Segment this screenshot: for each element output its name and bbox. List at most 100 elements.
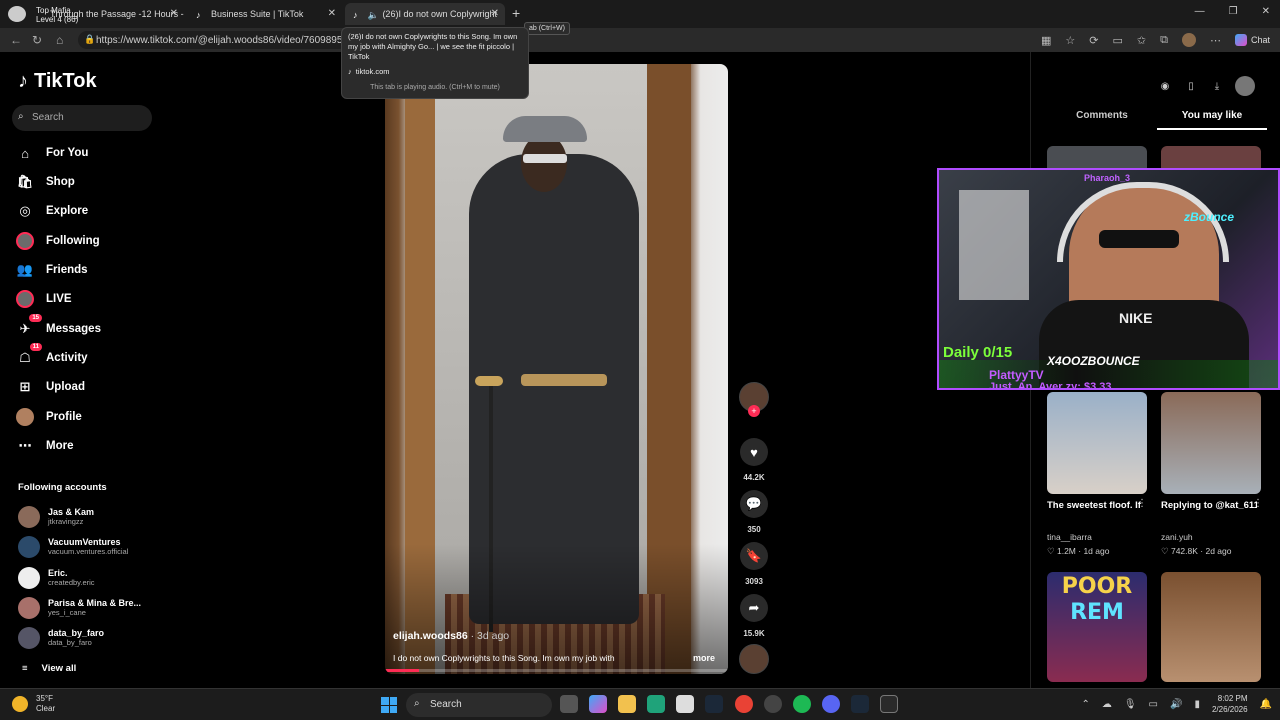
sidebar-item-activity[interactable]: ☖ 11 Activity	[16, 343, 88, 369]
chrome-icon[interactable]	[735, 695, 753, 713]
tab-comments[interactable]: Comments	[1047, 110, 1157, 130]
close-window-icon[interactable]: ✕	[1262, 6, 1270, 17]
video-player[interactable]: elijah.woods86 · 3d ago I do not own Cop…	[385, 64, 728, 674]
follow-plus-icon[interactable]: +	[748, 405, 760, 417]
split-screen-icon[interactable]: ▭	[1113, 34, 1123, 47]
suggested-video-thumbnail[interactable]: POOR REM	[1047, 572, 1147, 682]
maximize-icon[interactable]: ❐	[1229, 6, 1238, 17]
account-handle: data_by_faro	[48, 638, 92, 647]
sidebar-item-more[interactable]: ⋯ More	[16, 435, 74, 457]
user-avatar[interactable]	[1235, 76, 1255, 96]
tiktok-logo[interactable]: ♪ TikTok	[18, 70, 97, 93]
coin-icon[interactable]: ◉	[1157, 78, 1173, 94]
more-options-icon[interactable]: ⋮	[1253, 498, 1263, 509]
profile-icon	[16, 408, 34, 426]
taskbar-search[interactable]: ⌕ Search	[406, 693, 552, 717]
file-explorer-icon[interactable]	[618, 695, 636, 713]
obs-icon[interactable]	[764, 695, 782, 713]
search-input[interactable]: ⌕ Search	[12, 105, 152, 131]
view-all-link[interactable]: ≡ View all	[22, 663, 76, 674]
extensions-icon[interactable]: ⟳	[1089, 34, 1098, 47]
suggested-video-user[interactable]: tina__ibarra	[1047, 532, 1092, 542]
app-icon[interactable]	[880, 695, 898, 713]
sidebar-item-profile[interactable]: Profile	[16, 406, 82, 428]
weather-widget[interactable]: 35°F Clear	[12, 694, 55, 714]
tab-hover-tooltip: (26)I do not own Coplywrights to this So…	[341, 27, 529, 99]
back-icon[interactable]: ←	[10, 33, 22, 47]
suggested-video-thumbnail[interactable]	[1161, 392, 1261, 494]
new-tab-button[interactable]: +	[512, 5, 520, 21]
start-button[interactable]	[381, 697, 397, 713]
suggested-video-title[interactable]: The sweetest floof. If I think...	[1047, 498, 1143, 513]
save-button[interactable]: 🔖	[740, 542, 768, 570]
sidebar-item-following[interactable]: Following	[16, 230, 100, 252]
suggested-video-title[interactable]: Replying to @kat_61104 I...	[1161, 498, 1257, 513]
suggested-video-meta: ♡ 742.8K · 2d ago	[1161, 546, 1232, 557]
following-account[interactable]: data_by_faro data_by_faro	[18, 625, 158, 651]
browser-tab-business-suite[interactable]: ♪ Business Suite | TikTok ✕	[188, 3, 342, 25]
sidebar-item-shop[interactable]: 🛍 Shop	[16, 171, 75, 193]
following-account[interactable]: Eric. createdby.eric	[18, 565, 158, 591]
app-available-icon[interactable]: ▦	[1041, 34, 1051, 47]
more-options-icon[interactable]: ⋮	[1137, 498, 1147, 509]
sidebar-item-upload[interactable]: ⊞ Upload	[16, 376, 85, 398]
browser-tab-through-passage[interactable]: Through the Passage -12 Hours - 4K ✕	[28, 3, 184, 25]
steam-icon[interactable]	[705, 695, 723, 713]
task-view-icon[interactable]	[560, 695, 578, 713]
discord-icon[interactable]	[822, 695, 840, 713]
tab-you-may-like[interactable]: You may like	[1157, 110, 1267, 130]
edge-icon[interactable]	[647, 695, 665, 713]
copilot-chat-button[interactable]: Chat	[1234, 34, 1270, 46]
spotify-icon[interactable]	[793, 695, 811, 713]
collections-icon[interactable]: ⧉	[1160, 34, 1168, 47]
url-field[interactable]: 🔒 https://www.tiktok.com/@elijah.woods86…	[78, 31, 348, 49]
refresh-icon[interactable]: ↻	[32, 33, 42, 47]
messages-badge: 15	[29, 314, 42, 322]
steam-icon[interactable]	[851, 695, 869, 713]
download-icon[interactable]: ⤓	[1209, 78, 1225, 94]
volume-icon[interactable]: 🔊	[1170, 699, 1182, 710]
following-account[interactable]: Jas & Kam jtkravingzz	[18, 504, 158, 530]
comment-button[interactable]: 💬	[740, 490, 768, 518]
like-button[interactable]: ♥	[740, 438, 768, 466]
clock[interactable]: 8:02 PM 2/26/2026	[1212, 693, 1248, 715]
sound-disc-icon[interactable]	[739, 644, 769, 674]
close-tab-icon[interactable]: ✕	[328, 8, 336, 19]
battery-icon[interactable]: ▮	[1194, 699, 1200, 710]
following-account[interactable]: Parisa & Mina & Bre... yes_i_cane	[18, 595, 158, 621]
profile-avatar[interactable]	[1181, 33, 1196, 47]
network-icon[interactable]: ▭	[1149, 699, 1158, 710]
following-account[interactable]: VacuumVentures vacuum.ventures.official	[18, 534, 158, 560]
device-icon[interactable]: ▯	[1183, 78, 1199, 94]
cloud-icon[interactable]: ☁	[1102, 699, 1112, 710]
sidebar-item-live[interactable]: LIVE	[16, 288, 72, 310]
minimize-icon[interactable]: —	[1195, 6, 1205, 17]
caption-more-button[interactable]: more	[693, 653, 715, 663]
mic-icon[interactable]: 🎙	[1124, 699, 1137, 710]
sidebar-item-messages[interactable]: ✈ 15 Messages	[16, 314, 101, 340]
chevron-up-icon[interactable]: ⌃	[1081, 699, 1089, 710]
home-icon[interactable]: ⌂	[56, 33, 63, 47]
close-tab-icon[interactable]: ✕	[491, 8, 499, 19]
sidebar-item-friends[interactable]: 👥 Friends	[16, 259, 88, 281]
notifications-icon[interactable]: 🔔	[1260, 699, 1272, 710]
suggested-video-user[interactable]: zani.yuh	[1161, 532, 1193, 542]
copilot-icon[interactable]	[589, 695, 607, 713]
store-icon[interactable]	[676, 695, 694, 713]
favorite-star-icon[interactable]: ☆	[1065, 34, 1075, 47]
share-button[interactable]: ➦	[740, 594, 768, 622]
suggested-video-thumbnail[interactable]	[1047, 392, 1147, 494]
browser-tab-active-video[interactable]: ♪ 🔈 (26)I do not own Coplywright ✕	[345, 3, 505, 25]
video-author[interactable]: elijah.woods86 · 3d ago	[393, 630, 509, 642]
suggested-video-thumbnail[interactable]	[1161, 572, 1261, 682]
close-tab-icon[interactable]: ✕	[170, 8, 178, 19]
sidebar-item-for-you[interactable]: ⌂ For You	[16, 142, 88, 164]
favorites-icon[interactable]: ✩	[1137, 34, 1146, 47]
video-progress-bar[interactable]	[385, 669, 728, 672]
url-text: https://www.tiktok.com/@elijah.woods86/v…	[96, 35, 348, 46]
sidebar-item-explore[interactable]: ◎ Explore	[16, 200, 88, 222]
speaker-icon[interactable]: 🔈	[367, 10, 378, 20]
sidebar-item-label: Explore	[46, 205, 89, 217]
sidebar-item-label: Shop	[46, 176, 75, 188]
settings-more-icon[interactable]: ⋯	[1210, 34, 1221, 47]
